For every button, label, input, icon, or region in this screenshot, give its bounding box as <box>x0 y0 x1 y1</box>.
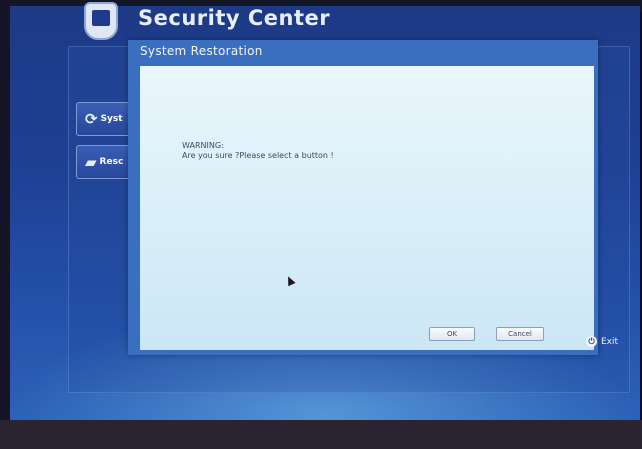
restoration-dialog: System Restoration WARNING: Are you sure… <box>128 40 598 355</box>
warning-message: Are you sure ?Please select a button ! <box>182 151 334 160</box>
dialog-body: WARNING: Are you sure ?Please select a b… <box>140 66 594 350</box>
sidebar-item-rescue[interactable]: ▰ Resc <box>76 145 136 179</box>
monitor-bezel-bottom <box>0 420 642 449</box>
shield-icon <box>84 2 118 40</box>
ok-button[interactable]: OK <box>429 327 475 341</box>
sidebar-item-label: Syst <box>100 114 123 124</box>
sidebar-item-system-restore[interactable]: ⟳ Syst <box>76 102 136 136</box>
folder-icon: ▰ <box>85 152 97 171</box>
cancel-button[interactable]: Cancel <box>496 327 544 341</box>
dialog-title: System Restoration <box>140 44 263 58</box>
app-title: Security Center <box>138 6 331 30</box>
exit-label: Exit <box>601 336 619 347</box>
power-icon: ⏻ <box>586 336 597 347</box>
monitor-bezel-left <box>0 0 10 449</box>
warning-title: WARNING: <box>182 141 224 150</box>
exit-button[interactable]: ⏻ Exit <box>586 336 618 347</box>
sidebar-item-label: Resc <box>99 157 124 167</box>
refresh-icon: ⟳ <box>85 109 98 128</box>
